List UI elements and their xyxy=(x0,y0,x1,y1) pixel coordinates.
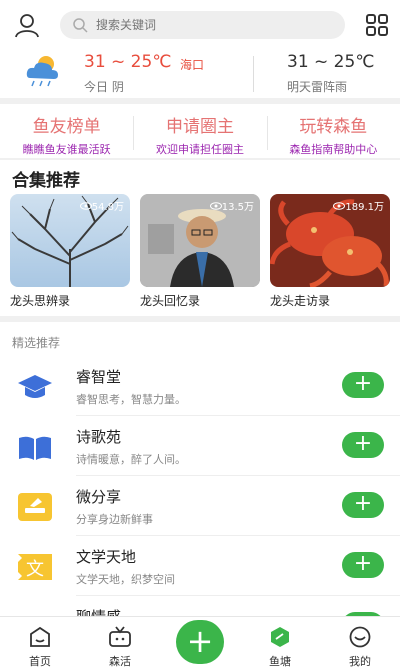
today-description: 今日 阴 xyxy=(84,80,124,94)
hexagon-icon xyxy=(271,627,289,647)
add-button[interactable]: + xyxy=(342,552,384,578)
collection-thumbnail: 189.1万 xyxy=(270,194,390,287)
section-separator xyxy=(0,98,400,104)
list-item[interactable]: 诗歌苑 诗情暖意，醉了人间。 + xyxy=(0,416,400,476)
collection-caption: 龙头走访录 xyxy=(270,294,331,308)
tab-life[interactable]: 森活 xyxy=(90,617,150,669)
promo-subtitle: 瞧瞧鱼友谁最活跃 xyxy=(22,143,111,156)
list-item[interactable]: 文 文学天地 文学天地，织梦空间 + xyxy=(0,536,400,596)
collection-caption: 龙头思辨录 xyxy=(10,294,71,308)
add-button[interactable]: + xyxy=(342,372,384,398)
tab-mine[interactable]: 我的 xyxy=(330,617,390,669)
tab-label: 首页 xyxy=(29,655,51,668)
view-count: 189.1万 xyxy=(333,198,384,213)
add-button[interactable]: + xyxy=(342,492,384,518)
list-item-desc: 诗情暖意，醉了人间。 xyxy=(76,453,186,466)
list-item-desc: 睿智思考，智慧力量。 xyxy=(76,393,186,406)
list-item[interactable]: 微分享 分享身边新鲜事 + xyxy=(0,476,400,536)
home-icon xyxy=(30,626,50,647)
list-item[interactable]: 睿智堂 睿智思考，智慧力量。 + xyxy=(0,356,400,416)
promo-apply-owner[interactable]: 申请圈主 欢迎申请担任圈主 xyxy=(133,106,266,158)
collection-thumbnail: 13.5万 xyxy=(140,194,260,287)
tab-label: 我的 xyxy=(349,655,371,668)
tab-label: 鱼塘 xyxy=(269,655,291,668)
collection-card[interactable]: 189.1万 龙头走访录 xyxy=(270,194,390,309)
tab-fishpond[interactable]: 鱼塘 xyxy=(250,617,310,669)
city-name: 海口 xyxy=(180,58,205,72)
divider xyxy=(253,56,254,92)
view-count-value: 13.5万 xyxy=(221,202,254,213)
promo-title: 鱼友榜单 xyxy=(32,117,101,137)
cloudy-weather-icon xyxy=(26,56,58,87)
collection-card[interactable]: 54.8万 龙头思辨录 xyxy=(10,194,130,309)
view-count-value: 54.8万 xyxy=(91,202,124,213)
publish-button[interactable]: + xyxy=(176,620,224,664)
note-icon xyxy=(18,493,52,521)
search-icon xyxy=(73,18,88,33)
tab-home[interactable]: 首页 xyxy=(10,617,70,669)
wen-character-icon: 文 xyxy=(18,554,52,580)
add-button[interactable]: + xyxy=(342,432,384,458)
section-separator xyxy=(0,316,400,322)
eye-icon xyxy=(333,201,346,210)
collection-thumbnail: 54.8万 xyxy=(10,194,130,287)
weather-panel[interactable]: 31 ~ 25℃ 海口 今日 阴 31 ~ 25℃ 明天雷阵雨 xyxy=(0,48,400,98)
svg-text:文: 文 xyxy=(26,559,44,580)
list-item-desc: 文学天地，织梦空间 xyxy=(76,573,175,586)
eye-icon xyxy=(79,201,92,210)
tab-label: 森活 xyxy=(109,655,131,668)
section-separator xyxy=(0,158,400,160)
collection-card[interactable]: 13.5万 龙头回忆录 xyxy=(140,194,260,309)
view-count: 54.8万 xyxy=(79,198,124,213)
list-item-title: 睿智堂 xyxy=(76,368,122,386)
list-item-title: 微分享 xyxy=(76,488,122,506)
smile-icon xyxy=(349,626,371,648)
view-count-value: 189.1万 xyxy=(345,202,384,213)
collections-title: 合集推荐 xyxy=(12,171,80,191)
list-item-desc: 分享身边新鲜事 xyxy=(76,513,153,526)
tomorrow-description: 明天雷阵雨 xyxy=(287,80,348,94)
graduation-cap-icon xyxy=(18,375,52,398)
user-icon[interactable] xyxy=(14,12,40,38)
search-bar[interactable] xyxy=(60,11,345,39)
view-count: 13.5万 xyxy=(209,198,254,213)
top-bar xyxy=(0,0,400,48)
today-temperature: 31 ~ 25℃ xyxy=(84,52,172,72)
promo-guide[interactable]: 玩转森鱼 森鱼指南帮助中心 xyxy=(266,106,400,158)
picks-label: 精选推荐 xyxy=(12,336,61,350)
scan-icon[interactable] xyxy=(365,13,389,37)
collection-cards: 54.8万 龙头思辨录 13.5万 龙头回忆录 189.1万 龙头走访录 xyxy=(10,194,390,314)
open-book-icon xyxy=(19,436,51,460)
promo-title: 申请圈主 xyxy=(165,117,234,137)
list-item-title: 文学天地 xyxy=(76,548,137,566)
promo-subtitle: 欢迎申请担任圈主 xyxy=(155,143,244,156)
eye-icon xyxy=(209,201,222,210)
list-item-title: 诗歌苑 xyxy=(76,428,122,446)
promo-title: 玩转森鱼 xyxy=(299,117,368,137)
promo-subtitle: 森鱼指南帮助中心 xyxy=(289,143,378,156)
collection-caption: 龙头回忆录 xyxy=(140,294,201,308)
search-input[interactable] xyxy=(96,18,316,32)
promo-leaderboard[interactable]: 鱼友榜单 瞧瞧鱼友谁最活跃 xyxy=(0,106,133,158)
promo-row: 鱼友榜单 瞧瞧鱼友谁最活跃 申请圈主 欢迎申请担任圈主 玩转森鱼 森鱼指南帮助中… xyxy=(0,106,400,158)
tv-icon xyxy=(109,626,131,647)
tomorrow-temperature: 31 ~ 25℃ xyxy=(287,52,375,72)
